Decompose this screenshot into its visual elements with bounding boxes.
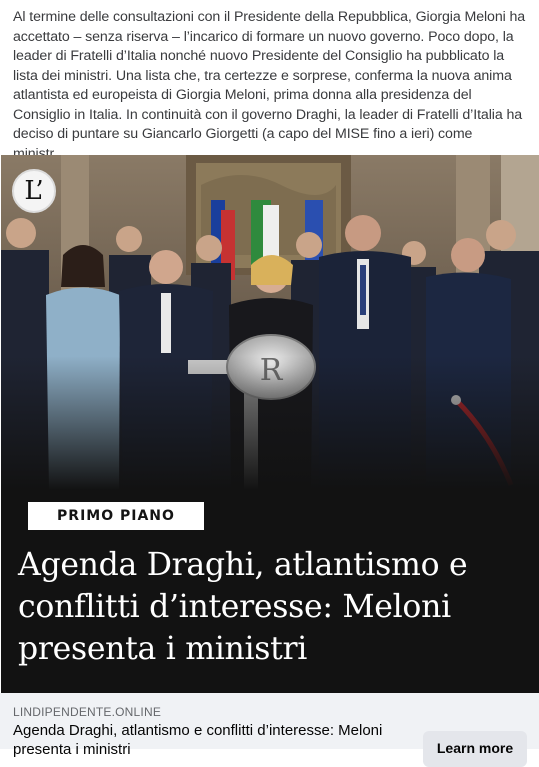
publisher-logo: L’: [12, 169, 56, 213]
publisher-logo-text: L’: [24, 176, 44, 206]
link-preview-image[interactable]: R L’ PRIMO PIANO Agenda Draghi, atlantis…: [1, 155, 539, 693]
link-domain: LINDIPENDENTE.ONLINE: [13, 705, 162, 719]
image-headline: Agenda Draghi, atlantismo e conflitti d’…: [18, 547, 468, 667]
post-body: Al termine delle consultazioni con il Pr…: [13, 9, 526, 162]
press-conference-photo: R: [1, 155, 539, 490]
link-preview-card[interactable]: R L’ PRIMO PIANO Agenda Draghi, atlantis…: [0, 155, 539, 767]
link-title[interactable]: Agenda Draghi, atlantismo e conflitti d’…: [13, 721, 413, 759]
post-text: Al termine delle consultazioni con il Pr…: [13, 8, 529, 164]
link-preview-meta[interactable]: LINDIPENDENTE.ONLINE Agenda Draghi, atla…: [0, 693, 539, 767]
category-badge: PRIMO PIANO: [28, 502, 204, 530]
learn-more-button[interactable]: Learn more: [423, 731, 527, 767]
